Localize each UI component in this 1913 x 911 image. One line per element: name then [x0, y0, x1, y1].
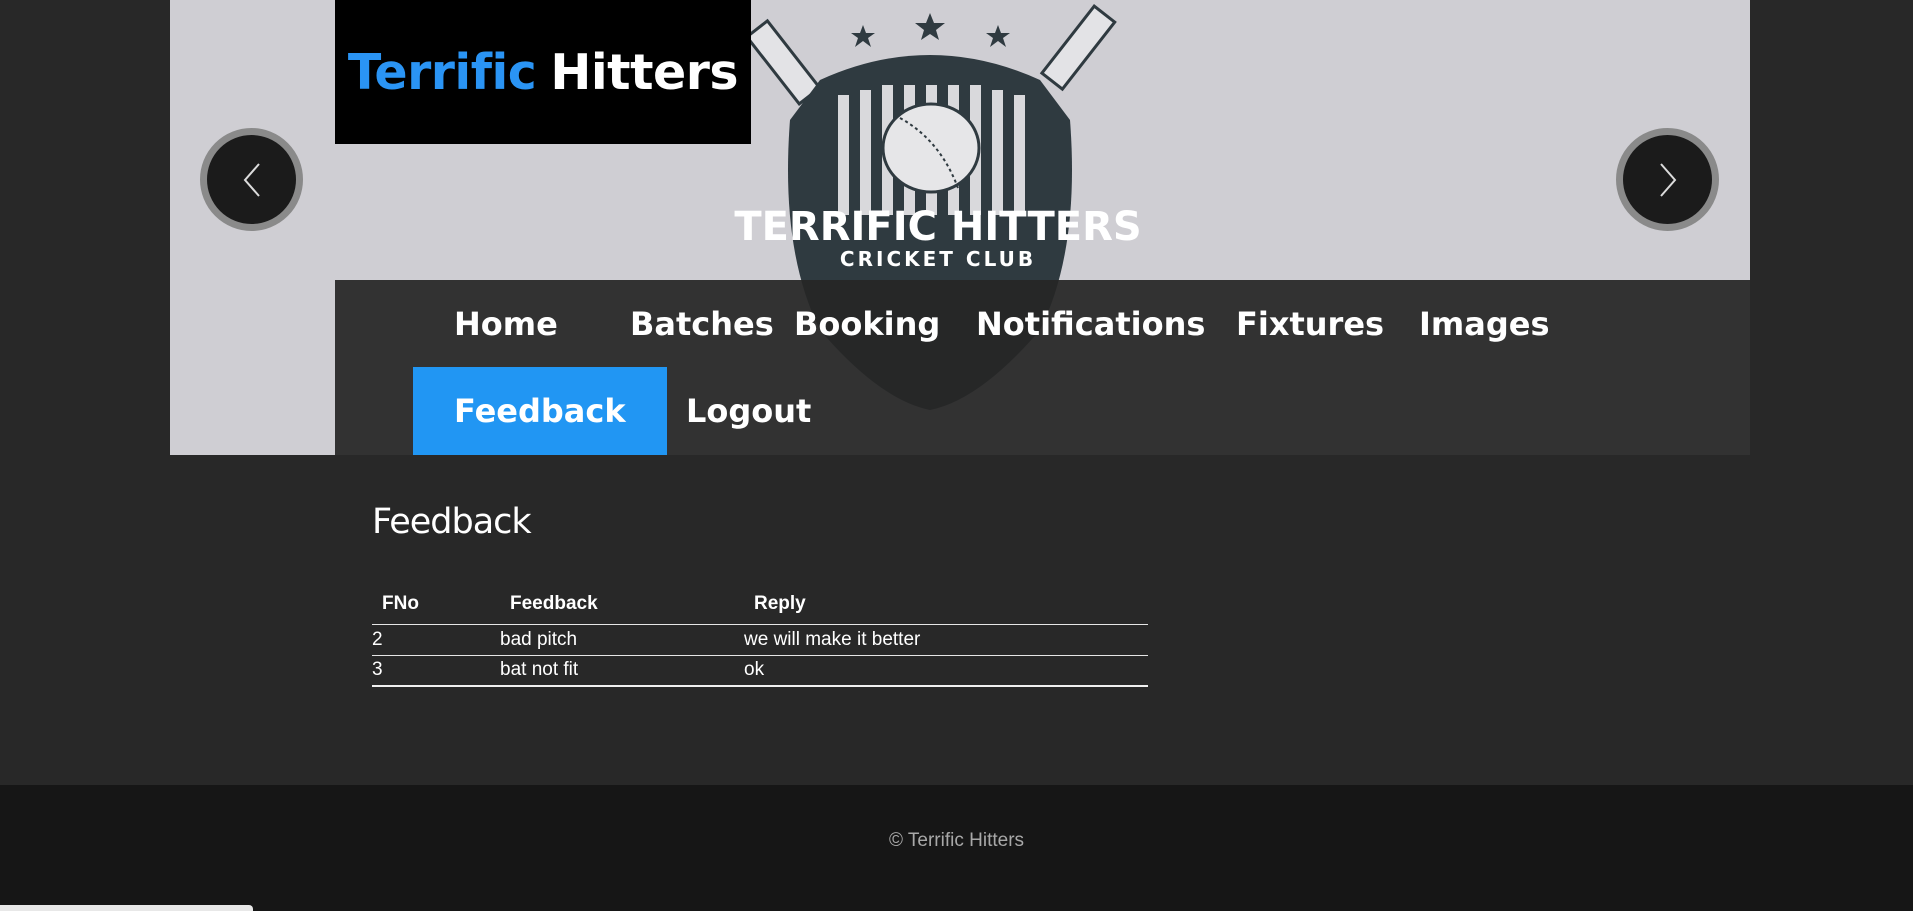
cell-reply: we will make it better: [744, 624, 1148, 656]
crest-line-1: TERRIFIC HITTERS: [734, 204, 1141, 250]
table-row: 2 bad pitch we will make it better: [372, 624, 1148, 656]
cell-reply: ok: [744, 655, 1148, 687]
cell-fno: 2: [372, 624, 500, 656]
nav-item-images[interactable]: Images: [1378, 280, 1591, 368]
table-row: 3 bat not fit ok: [372, 655, 1148, 687]
nav-item-logout[interactable]: Logout: [645, 367, 852, 455]
main-navigation: Home Batches Booking Notifications Fixtu…: [335, 280, 1750, 455]
crest-line-2: CRICKET CLUB: [840, 247, 1036, 271]
page-title: Feedback: [372, 502, 532, 542]
logo-word-hitters: Hitters: [550, 43, 739, 101]
table-header-row: FNo Feedback Reply: [372, 584, 1148, 625]
copyright-text: © Terrific Hitters: [888, 830, 1025, 851]
column-header-feedback: Feedback: [500, 584, 744, 625]
nav-item-feedback[interactable]: Feedback: [413, 367, 667, 455]
chevron-left-icon: [243, 162, 260, 197]
chevron-right-icon: [1659, 162, 1676, 197]
slider-previous-button[interactable]: [200, 128, 303, 231]
cell-feedback: bat not fit: [500, 655, 744, 687]
cell-feedback: bad pitch: [500, 624, 744, 656]
horizontal-scrollbar[interactable]: [0, 905, 253, 911]
column-header-fno: FNo: [372, 584, 500, 625]
column-header-reply: Reply: [744, 584, 1148, 625]
nav-item-home[interactable]: Home: [413, 280, 599, 368]
feedback-table: FNo Feedback Reply 2 bad pitch we will m…: [372, 584, 1148, 687]
footer: © Terrific Hitters: [0, 785, 1913, 911]
page: TERRIFIC HITTERS CRICKET CLUB Terrific H…: [0, 0, 1913, 911]
logo-word-terrific: Terrific: [347, 43, 537, 101]
cell-fno: 3: [372, 655, 500, 687]
site-logo[interactable]: Terrific Hitters: [335, 0, 751, 144]
slider-next-button[interactable]: [1616, 128, 1719, 231]
